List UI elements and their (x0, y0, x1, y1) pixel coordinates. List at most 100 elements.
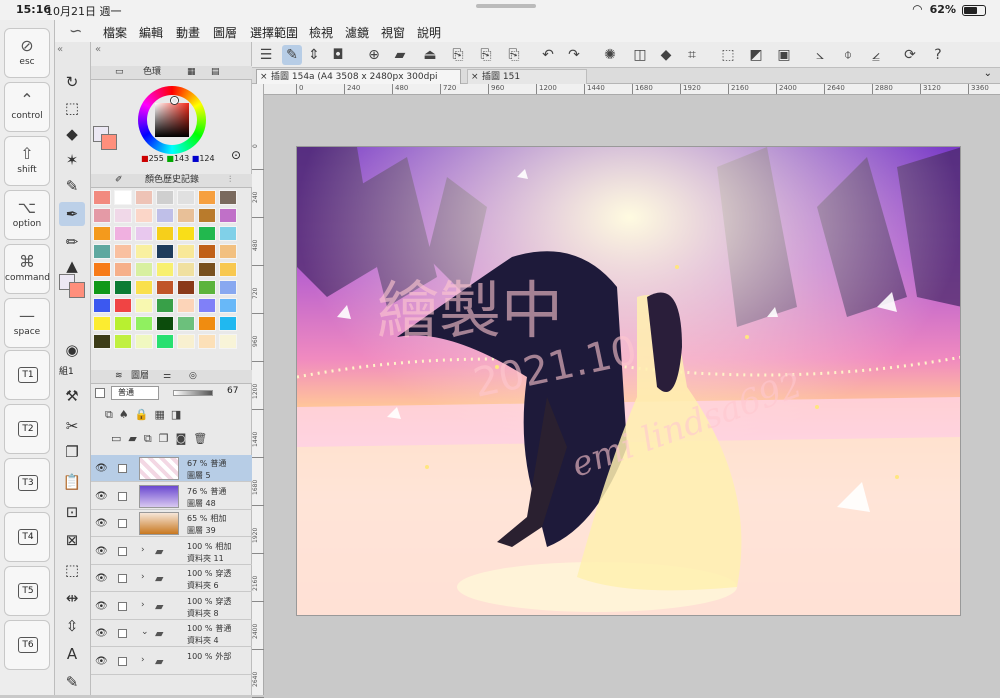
copy-icon[interactable]: ❐ (59, 440, 85, 464)
tab-color-wheel[interactable]: 色環 (143, 66, 161, 78)
clear-icon[interactable]: ◫ (630, 45, 650, 65)
palette-swatch[interactable] (135, 334, 153, 349)
palette-swatch[interactable] (114, 280, 132, 295)
select-all-icon[interactable]: ⬚ (718, 45, 738, 65)
layer-checkbox[interactable] (118, 464, 127, 473)
new-raster-layer-icon[interactable]: ▭ (111, 432, 128, 445)
layer-checkbox[interactable] (118, 629, 127, 638)
palette-swatch[interactable] (177, 244, 195, 259)
shortcut-t5-button[interactable]: T5 (4, 566, 50, 616)
scissors-icon[interactable]: ✂ (59, 414, 85, 438)
chevron-right-icon[interactable]: › (141, 545, 145, 555)
layer-row[interactable]: 👁 › ▰ 100 % 穿透 資料夾 8 (91, 593, 252, 620)
palette-swatch[interactable] (114, 334, 132, 349)
eye-icon[interactable]: 👁 (95, 518, 108, 529)
palette-swatch[interactable] (156, 226, 174, 241)
palette-swatch[interactable] (177, 262, 195, 277)
palette-swatch[interactable] (93, 298, 111, 313)
palette-swatch[interactable] (93, 334, 111, 349)
paste-icon[interactable]: 📋 (59, 470, 85, 494)
palette-swatch[interactable] (219, 190, 237, 205)
pencil-small-icon[interactable]: ✎ (59, 670, 85, 694)
hue-marker[interactable] (171, 97, 178, 104)
shortcut-t3-button[interactable]: T3 (4, 458, 50, 508)
menu-selection[interactable]: 選擇範圍 (250, 24, 298, 41)
menu-layer[interactable]: 圖層 (213, 24, 237, 41)
layer-property-tab-icon[interactable]: ⚌ (163, 370, 171, 382)
palette-swatch[interactable] (114, 208, 132, 223)
copy-layer-icon[interactable]: ❐ (159, 432, 176, 445)
panel-main-color[interactable] (101, 134, 117, 150)
tab-document-154a[interactable]: ×插圖 154a (A4 3508 x 2480px 300dpi 44.8%) (256, 69, 461, 96)
clip-studio-logo-icon[interactable]: ∽ (69, 21, 82, 40)
mesh-transform-icon[interactable]: ⬚ (59, 558, 85, 582)
color-set-tab-icon[interactable]: ▭ (115, 66, 124, 78)
palette-swatch[interactable] (219, 280, 237, 295)
layer-row[interactable]: 👁 67 % 普通 圖層 5 (91, 455, 252, 482)
eye-icon[interactable]: 👁 (95, 628, 108, 639)
merge-icon[interactable]: ⧉ (144, 432, 159, 445)
menu-edit[interactable]: 編輯 (139, 24, 163, 41)
esc-button[interactable]: ⊘ esc (4, 28, 50, 78)
undo-icon[interactable]: ↶ (538, 45, 558, 65)
layer-checkbox[interactable] (118, 574, 127, 583)
menu-icon[interactable]: ☰ (256, 45, 276, 65)
canvas-artwork[interactable]: 繪製中 2021.10 emi lindsa692 (296, 146, 961, 616)
free-transform-icon[interactable]: ⊠ (59, 528, 85, 552)
eye-icon[interactable]: 👁 (95, 491, 108, 502)
palette-swatch[interactable] (135, 190, 153, 205)
perspective-icon[interactable]: ⦤ (866, 45, 886, 65)
palette-swatch[interactable] (114, 190, 132, 205)
updown-icon[interactable]: ⇕ (304, 45, 324, 65)
approx-color-tab-icon[interactable]: ▤ (211, 66, 220, 78)
lasso-tool-icon[interactable]: ↻ (59, 70, 85, 94)
fill-bucket-icon[interactable]: ◆ (59, 122, 85, 146)
collapse-left-icon[interactable]: « (57, 44, 63, 55)
mask-icon[interactable]: ◨ (171, 408, 187, 421)
wrench-icon[interactable]: ⚒ (59, 384, 85, 408)
zoom-tool-icon[interactable]: ◉ (59, 338, 85, 362)
clip-layer-icon[interactable]: ⧉ (105, 408, 119, 421)
palette-swatch[interactable] (135, 262, 153, 277)
palette-swatch[interactable] (135, 226, 153, 241)
palette-swatch[interactable] (135, 298, 153, 313)
brush-tool-icon[interactable]: ✏ (59, 230, 85, 254)
trash-icon[interactable]: 🗑 (193, 432, 214, 445)
chevron-right-icon[interactable]: › (141, 600, 145, 610)
new-folder-icon[interactable]: ▰ (128, 432, 143, 445)
shortcut-t4-button[interactable]: T4 (4, 512, 50, 562)
layer-row[interactable]: 👁 › ▰ 100 % 穿透 資料夾 6 (91, 565, 252, 592)
menu-file[interactable]: 檔案 (103, 24, 127, 41)
saturation-value-square[interactable] (155, 103, 189, 137)
menu-animation[interactable]: 動畫 (176, 24, 200, 41)
shortcut-t1-button[interactable]: T1 (4, 350, 50, 400)
deselect-icon[interactable]: ◩ (746, 45, 766, 65)
palette-swatch[interactable] (156, 298, 174, 313)
palette-swatch[interactable] (177, 226, 195, 241)
space-button[interactable]: — space (4, 298, 50, 348)
color-slider-tab-icon[interactable]: ▦ (187, 66, 196, 78)
lock-icon[interactable]: 🔒 (135, 408, 155, 421)
crop-icon[interactable]: ⌗ (682, 45, 702, 65)
chevron-right-icon[interactable]: › (141, 572, 145, 582)
tab-document-151[interactable]: × 插圖 151 (467, 69, 587, 84)
palette-swatch[interactable] (219, 262, 237, 277)
palette-swatch[interactable] (93, 190, 111, 205)
chevron-down-icon[interactable]: ⌄ (984, 68, 992, 79)
palette-swatch[interactable] (156, 280, 174, 295)
layers-stack-icon[interactable]: ≋ (115, 370, 123, 382)
close-icon[interactable]: × (471, 70, 479, 84)
new-file-icon[interactable]: ⊕ (364, 45, 384, 65)
opacity-slider[interactable] (173, 390, 213, 396)
palette-swatch[interactable] (219, 208, 237, 223)
palette-swatch[interactable] (156, 208, 174, 223)
eye-icon[interactable]: 👁 (95, 601, 108, 612)
palette-swatch[interactable] (198, 316, 216, 331)
eyedropper-icon[interactable]: ✎ (59, 174, 85, 198)
brush-tab-icon[interactable]: ✐ (115, 174, 123, 186)
layer-row[interactable]: 👁 65 % 相加 圖層 39 (91, 510, 252, 537)
palette-swatch[interactable] (114, 244, 132, 259)
palette-swatch[interactable] (156, 334, 174, 349)
color-mode-icon[interactable]: ⊙ (231, 148, 241, 162)
palette-swatch[interactable] (135, 316, 153, 331)
